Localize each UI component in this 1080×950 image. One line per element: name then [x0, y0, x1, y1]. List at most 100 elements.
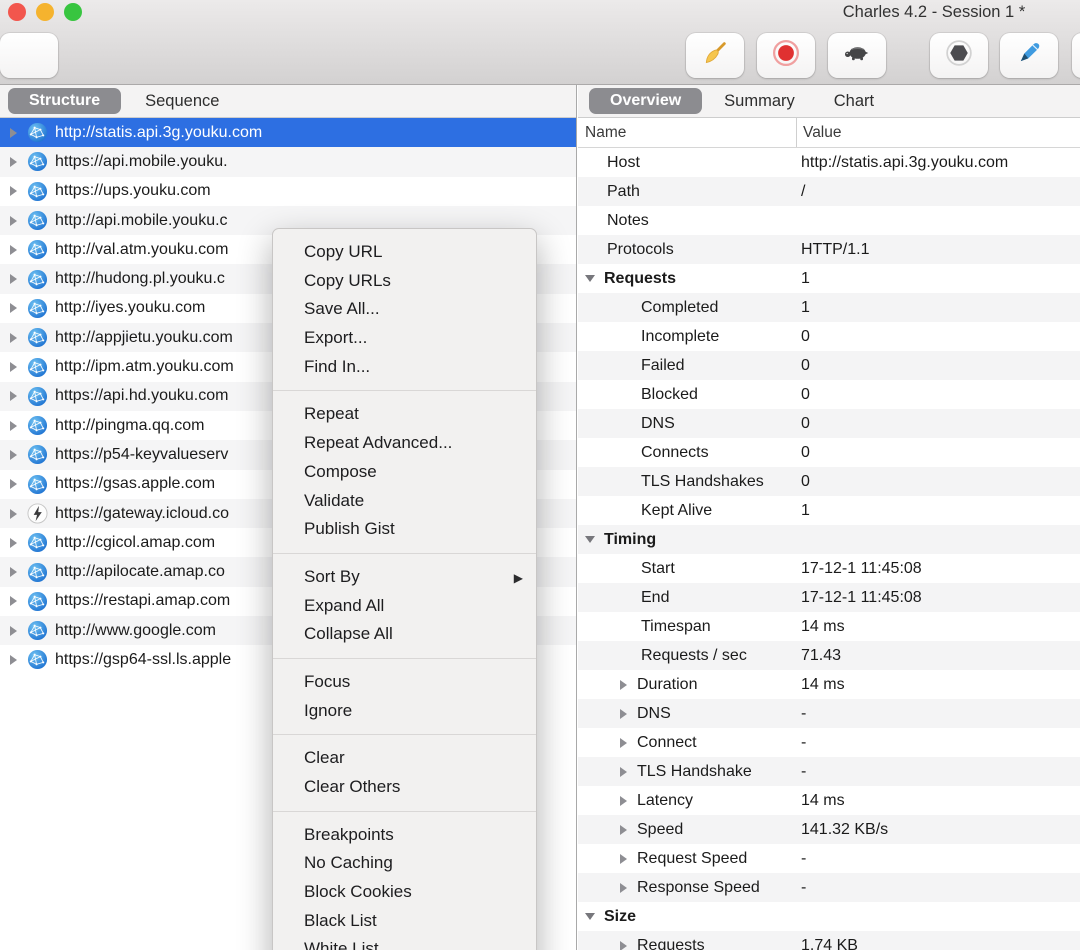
tab-sequence[interactable]: Sequence: [145, 92, 219, 111]
menu-item[interactable]: Copy URL: [273, 238, 536, 267]
clear-session-button[interactable]: [686, 33, 744, 78]
disclosure-triangle-icon[interactable]: [10, 128, 17, 138]
menu-item[interactable]: Block Cookies: [273, 878, 536, 907]
table-row[interactable]: Connect -: [578, 728, 1080, 757]
tree-row[interactable]: http://statis.api.3g.youku.com: [0, 118, 576, 147]
table-row[interactable]: Host http://statis.api.3g.youku.com: [578, 148, 1080, 177]
tab-structure[interactable]: Structure: [8, 88, 121, 114]
table-row[interactable]: Speed 141.32 KB/s: [578, 815, 1080, 844]
table-row[interactable]: Requests / sec 71.43: [578, 641, 1080, 670]
table-row[interactable]: Path /: [578, 177, 1080, 206]
disclosure-triangle-icon[interactable]: [10, 333, 17, 343]
disclosure-triangle-icon[interactable]: [10, 450, 17, 460]
disclosure-triangle-icon[interactable]: [10, 186, 17, 196]
menu-item[interactable]: Validate: [273, 487, 536, 516]
tab-summary[interactable]: Summary: [724, 92, 795, 111]
table-row[interactable]: Failed 0: [578, 351, 1080, 380]
table-row[interactable]: Requests 1: [578, 264, 1080, 293]
table-row[interactable]: Response Speed -: [578, 873, 1080, 902]
tree-row[interactable]: https://ups.youku.com: [0, 177, 576, 206]
menu-item[interactable]: Ignore: [273, 697, 536, 726]
expanded-arrow-icon[interactable]: [585, 536, 595, 543]
disclosure-triangle-icon[interactable]: [10, 274, 17, 284]
disclosure-triangle-icon[interactable]: [10, 655, 17, 665]
table-row[interactable]: Timespan 14 ms: [578, 612, 1080, 641]
disclosure-triangle-icon[interactable]: [10, 362, 17, 372]
column-header-name[interactable]: Name: [578, 118, 796, 147]
table-row[interactable]: Kept Alive 1: [578, 496, 1080, 525]
menu-item[interactable]: Focus: [273, 668, 536, 697]
table-row[interactable]: DNS 0: [578, 409, 1080, 438]
disclosure-triangle-icon[interactable]: [10, 216, 17, 226]
disclosure-triangle-icon[interactable]: [10, 245, 17, 255]
menu-item[interactable]: Repeat Advanced...: [273, 429, 536, 458]
breakpoints-button[interactable]: [930, 33, 988, 78]
disclosure-triangle-icon[interactable]: [10, 391, 17, 401]
tree-row[interactable]: https://api.mobile.youku.: [0, 147, 576, 176]
menu-item[interactable]: Collapse All: [273, 620, 536, 649]
collapsed-arrow-icon[interactable]: [620, 796, 627, 806]
menu-item[interactable]: Clear: [273, 744, 536, 773]
repeat-button[interactable]: [1072, 33, 1080, 78]
collapsed-arrow-icon[interactable]: [620, 680, 627, 690]
menu-item[interactable]: White List: [273, 935, 536, 950]
menu-item[interactable]: Save All...: [273, 295, 536, 324]
collapsed-arrow-icon[interactable]: [620, 854, 627, 864]
disclosure-triangle-icon[interactable]: [10, 567, 17, 577]
menu-item[interactable]: Export...: [273, 324, 536, 353]
collapsed-arrow-icon[interactable]: [620, 767, 627, 777]
disclosure-triangle-icon[interactable]: [10, 509, 17, 519]
minimize-button[interactable]: [36, 3, 54, 21]
compose-button[interactable]: [1000, 33, 1058, 78]
table-row[interactable]: TLS Handshakes 0: [578, 467, 1080, 496]
menu-item[interactable]: Repeat: [273, 400, 536, 429]
menu-item[interactable]: Black List: [273, 907, 536, 936]
table-row[interactable]: Request Speed -: [578, 844, 1080, 873]
table-row[interactable]: TLS Handshake -: [578, 757, 1080, 786]
table-row[interactable]: Connects 0: [578, 438, 1080, 467]
table-row[interactable]: End 17-12-1 11:45:08: [578, 583, 1080, 612]
table-row[interactable]: Start 17-12-1 11:45:08: [578, 554, 1080, 583]
menu-item[interactable]: Sort By ▶: [273, 563, 536, 592]
table-row[interactable]: Incomplete 0: [578, 322, 1080, 351]
record-button[interactable]: [757, 33, 815, 78]
table-row[interactable]: Requests 1.74 KB: [578, 931, 1080, 950]
table-row[interactable]: Latency 14 ms: [578, 786, 1080, 815]
table-row[interactable]: Completed 1: [578, 293, 1080, 322]
menu-item[interactable]: Breakpoints: [273, 821, 536, 850]
collapsed-arrow-icon[interactable]: [620, 709, 627, 719]
disclosure-triangle-icon[interactable]: [10, 303, 17, 313]
table-row[interactable]: Blocked 0: [578, 380, 1080, 409]
table-row[interactable]: Timing: [578, 525, 1080, 554]
disclosure-triangle-icon[interactable]: [10, 538, 17, 548]
tab-chart[interactable]: Chart: [834, 92, 874, 111]
collapsed-arrow-icon[interactable]: [620, 738, 627, 748]
table-row[interactable]: Protocols HTTP/1.1: [578, 235, 1080, 264]
disclosure-triangle-icon[interactable]: [10, 421, 17, 431]
throttle-button[interactable]: [828, 33, 886, 78]
column-header-value[interactable]: Value: [796, 118, 1080, 147]
collapsed-arrow-icon[interactable]: [620, 825, 627, 835]
table-row[interactable]: Notes: [578, 206, 1080, 235]
menu-item[interactable]: Expand All: [273, 592, 536, 621]
disclosure-triangle-icon[interactable]: [10, 157, 17, 167]
table-row[interactable]: DNS -: [578, 699, 1080, 728]
table-row[interactable]: Duration 14 ms: [578, 670, 1080, 699]
menu-item[interactable]: Find In...: [273, 353, 536, 382]
menu-item[interactable]: Compose: [273, 458, 536, 487]
close-button[interactable]: [8, 3, 26, 21]
expanded-arrow-icon[interactable]: [585, 913, 595, 920]
collapsed-arrow-icon[interactable]: [620, 883, 627, 893]
disclosure-triangle-icon[interactable]: [10, 626, 17, 636]
tab-overview[interactable]: Overview: [589, 88, 702, 114]
menu-item[interactable]: No Caching: [273, 849, 536, 878]
menu-item[interactable]: Copy URLs: [273, 267, 536, 296]
menu-item[interactable]: Clear Others: [273, 773, 536, 802]
menu-item[interactable]: Publish Gist: [273, 515, 536, 544]
collapsed-arrow-icon[interactable]: [620, 941, 627, 950]
disclosure-triangle-icon[interactable]: [10, 596, 17, 606]
partial-toolbar-button[interactable]: [0, 33, 58, 78]
disclosure-triangle-icon[interactable]: [10, 479, 17, 489]
table-row[interactable]: Size: [578, 902, 1080, 931]
expanded-arrow-icon[interactable]: [585, 275, 595, 282]
